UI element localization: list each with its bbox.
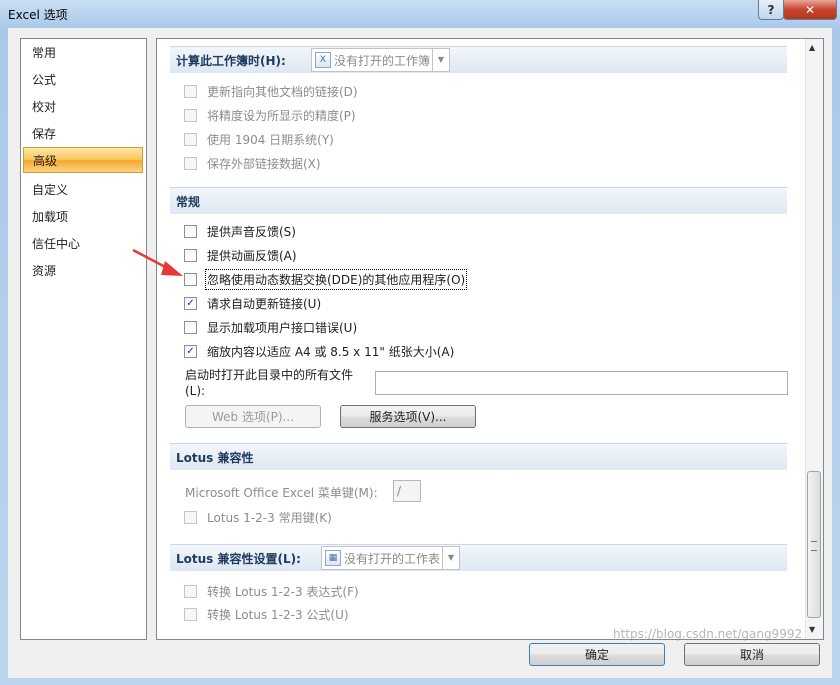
- lotus-section-header: Lotus 兼容性: [170, 443, 787, 470]
- checkbox[interactable]: [184, 108, 197, 122]
- lotus-section-title: Lotus 兼容性: [176, 451, 254, 465]
- service-options-button[interactable]: 服务选项(V)...: [340, 405, 476, 428]
- chevron-down-icon: ▼: [432, 49, 449, 71]
- option-auto-update-links[interactable]: ✓ 请求自动更新链接(U): [184, 293, 321, 313]
- checkbox[interactable]: ✓: [184, 344, 197, 358]
- option-1904-date-system[interactable]: 使用 1904 日期系统(Y): [184, 129, 334, 149]
- sidebar-item-formulas[interactable]: 公式: [23, 67, 143, 93]
- checkbox[interactable]: [184, 156, 197, 170]
- option-label: 转换 Lotus 1-2-3 表达式(F): [207, 584, 359, 599]
- scroll-down-icon[interactable]: ▼: [809, 625, 815, 634]
- startup-label-line2: (L):: [185, 384, 206, 398]
- help-icon: ?: [767, 2, 775, 17]
- option-label: 使用 1904 日期系统(Y): [207, 132, 334, 147]
- checkbox[interactable]: ✓: [184, 296, 197, 310]
- option-label: 请求自动更新链接(U): [207, 296, 322, 311]
- sidebar-item-customize[interactable]: 自定义: [23, 177, 143, 203]
- excel-options-dialog: Excel 选项 ? ✕ 常用 公式 校对 保存 高级 自定义 加载项 信任中心…: [0, 0, 840, 685]
- sidebar-item-resources[interactable]: 资源: [23, 258, 143, 284]
- checkbox[interactable]: [184, 607, 197, 621]
- option-precision-as-displayed[interactable]: 将精度设为所显示的精度(P): [184, 105, 356, 125]
- option-addin-ui-errors[interactable]: 显示加载项用户接口错误(U): [184, 317, 357, 337]
- workbook-combo-value: 没有打开的工作簿: [334, 54, 431, 68]
- general-section-title: 常规: [176, 195, 201, 209]
- lotus-settings-header: Lotus 兼容性设置(L): ▦ 没有打开的工作表 ▼: [170, 544, 787, 571]
- dialog-body: 常用 公式 校对 保存 高级 自定义 加载项 信任中心 资源 计算此工作簿时(H…: [8, 28, 832, 678]
- startup-folder-input[interactable]: [375, 371, 788, 395]
- watermark-text: https://blog.csdn.net/gang9992: [613, 627, 803, 641]
- workbook-combo[interactable]: X 没有打开的工作簿 ▼: [311, 48, 450, 72]
- checkbox[interactable]: [184, 510, 197, 524]
- option-label: 保存外部链接数据(X): [207, 156, 321, 171]
- calc-section-header: 计算此工作簿时(H): X 没有打开的工作簿 ▼: [170, 46, 787, 73]
- option-animation-feedback[interactable]: 提供动画反馈(A): [184, 245, 297, 265]
- sheet-combo-value: 没有打开的工作表: [344, 552, 441, 566]
- advanced-options-panel: 计算此工作簿时(H): X 没有打开的工作簿 ▼ 更新指向其他文档的链接(D) …: [156, 38, 824, 640]
- close-icon: ✕: [804, 2, 816, 17]
- sheet-icon: ▦: [325, 550, 341, 566]
- sidebar-item-addins[interactable]: 加载项: [23, 204, 143, 230]
- sidebar-item-trust-center[interactable]: 信任中心: [23, 231, 143, 257]
- cancel-button[interactable]: 取消: [684, 643, 820, 666]
- option-label: 提供动画反馈(A): [207, 248, 297, 263]
- ok-button[interactable]: 确定: [529, 643, 665, 666]
- option-label: 更新指向其他文档的链接(D): [207, 84, 358, 99]
- checkbox[interactable]: [184, 320, 197, 334]
- grip-icon: [811, 541, 817, 551]
- option-label: Lotus 1-2-3 常用键(K): [207, 510, 332, 525]
- vertical-scrollbar[interactable]: ▲ ▼: [805, 39, 823, 639]
- sidebar-item-common[interactable]: 常用: [23, 40, 143, 66]
- option-sound-feedback[interactable]: 提供声音反馈(S): [184, 221, 296, 241]
- general-section-header: 常规: [170, 187, 787, 214]
- menu-key-input[interactable]: /: [393, 480, 421, 502]
- option-lotus-nav-keys[interactable]: Lotus 1-2-3 常用键(K): [184, 507, 332, 527]
- lotus-settings-title: Lotus 兼容性设置(L):: [176, 552, 301, 566]
- scroll-up-icon[interactable]: ▲: [809, 43, 815, 52]
- menu-key-label: Microsoft Office Excel 菜单键(M):: [185, 486, 378, 500]
- workbook-icon: X: [315, 52, 331, 68]
- checkbox[interactable]: [184, 84, 197, 98]
- title-bar[interactable]: Excel 选项 ? ✕: [0, 0, 840, 28]
- checkbox[interactable]: [184, 224, 197, 238]
- startup-folder-label: 启动时打开此目录中的所有文件 (L):: [185, 367, 353, 399]
- option-transition-formula-eval[interactable]: 转换 Lotus 1-2-3 表达式(F): [184, 581, 359, 601]
- startup-label-line1: 启动时打开此目录中的所有文件: [185, 368, 354, 382]
- option-label: 显示加载项用户接口错误(U): [207, 320, 358, 335]
- option-label: 忽略使用动态数据交换(DDE)的其他应用程序(O): [204, 268, 468, 290]
- checkbox[interactable]: [184, 584, 197, 598]
- sidebar-item-save[interactable]: 保存: [23, 121, 143, 147]
- calc-section-title: 计算此工作簿时(H):: [176, 54, 286, 68]
- close-button[interactable]: ✕: [783, 0, 837, 20]
- option-save-external-link-values[interactable]: 保存外部链接数据(X): [184, 153, 321, 173]
- checkbox[interactable]: [184, 132, 197, 146]
- option-label: 缩放内容以适应 A4 或 8.5 x 11" 纸张大小(A): [207, 344, 455, 359]
- option-label: 提供声音反馈(S): [207, 224, 296, 239]
- option-label: 转换 Lotus 1-2-3 公式(U): [207, 607, 349, 622]
- chevron-down-icon: ▼: [442, 547, 459, 569]
- category-sidebar: 常用 公式 校对 保存 高级 自定义 加载项 信任中心 资源: [20, 38, 147, 640]
- sidebar-item-proofing[interactable]: 校对: [23, 94, 143, 120]
- annotation-arrow-icon: [132, 248, 183, 276]
- scrollbar-thumb[interactable]: [807, 471, 821, 618]
- option-label: 将精度设为所显示的精度(P): [207, 108, 356, 123]
- window-title: Excel 选项: [8, 8, 68, 22]
- help-button[interactable]: ?: [758, 0, 784, 20]
- option-transition-formula-entry[interactable]: 转换 Lotus 1-2-3 公式(U): [184, 604, 349, 624]
- option-ignore-dde[interactable]: 忽略使用动态数据交换(DDE)的其他应用程序(O): [184, 268, 468, 290]
- option-update-links[interactable]: 更新指向其他文档的链接(D): [184, 81, 358, 101]
- sidebar-item-advanced[interactable]: 高级: [23, 147, 143, 173]
- sheet-combo[interactable]: ▦ 没有打开的工作表 ▼: [321, 546, 460, 570]
- web-options-button[interactable]: Web 选项(P)...: [185, 405, 321, 428]
- option-scale-to-a4[interactable]: ✓ 缩放内容以适应 A4 或 8.5 x 11" 纸张大小(A): [184, 341, 454, 361]
